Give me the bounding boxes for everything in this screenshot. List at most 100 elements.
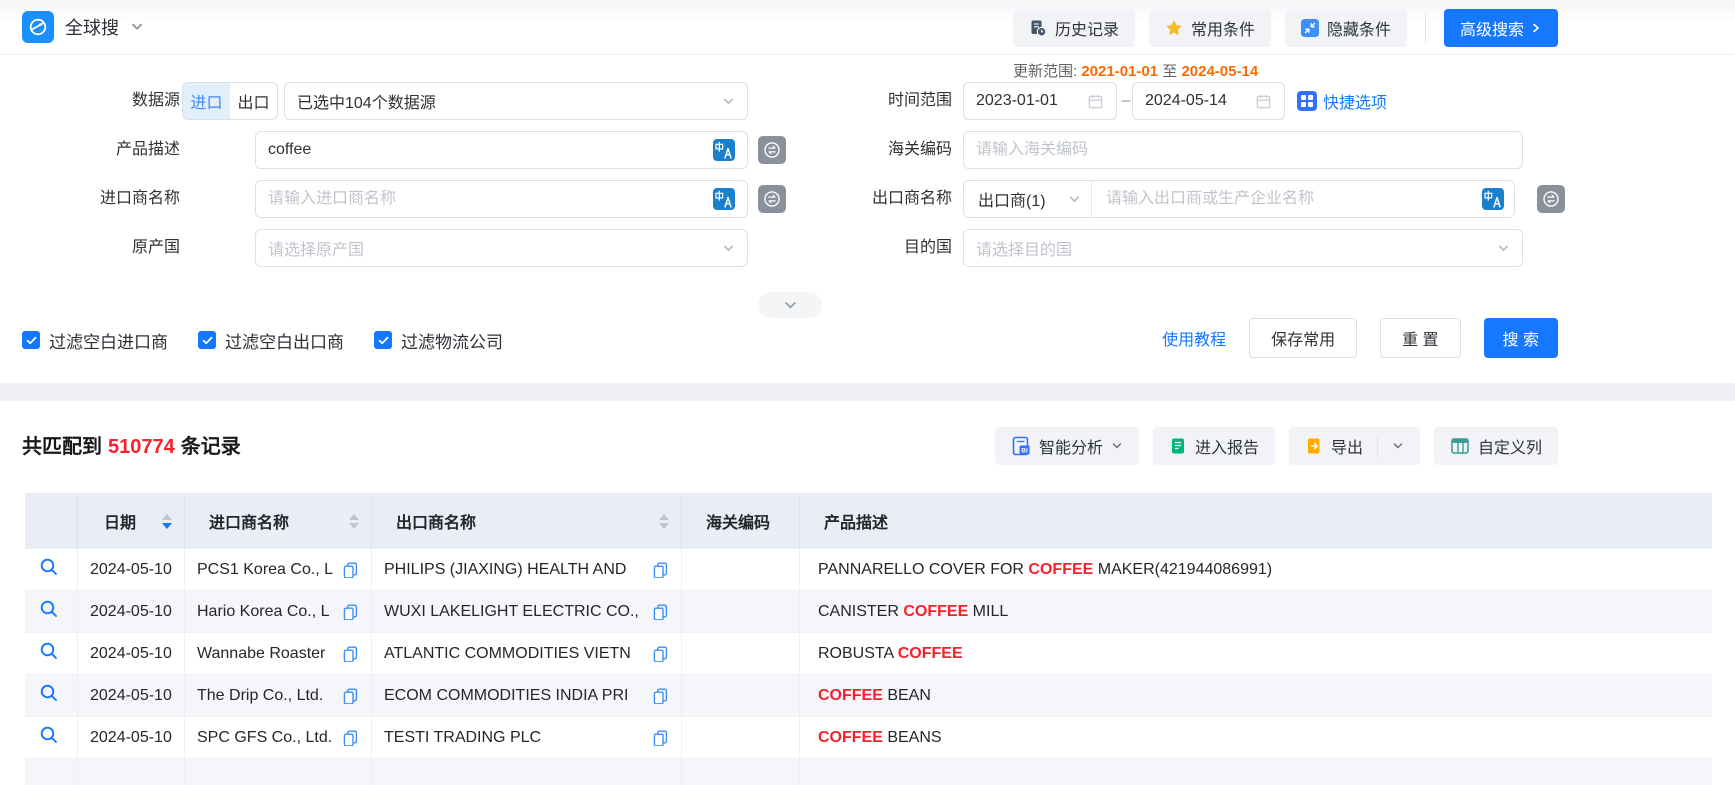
view-detail-search-icon[interactable] (39, 599, 59, 619)
row-importer-name: The Drip Co., Ltd. (197, 687, 323, 705)
destination-country-select[interactable]: 请选择目的国 (963, 229, 1523, 267)
copy-icon[interactable] (342, 687, 359, 704)
update-range-start: 2021-01-01 (1081, 63, 1158, 80)
date-end-value[interactable] (1145, 92, 1247, 110)
filter-blank-exporter-checkbox[interactable]: 过滤空白出口商 (198, 328, 344, 353)
table-body: 2024-05-10 PCS1 Korea Co., L PHILIPS (JI… (25, 549, 1712, 759)
exporter-type-select[interactable]: 出口商(1) (964, 181, 1092, 217)
row-product-desc: COFFEE BEANS (800, 717, 1712, 759)
header-date-label: 日期 (104, 509, 136, 533)
calendar-icon[interactable] (1087, 93, 1104, 110)
origin-country-select[interactable]: 请选择原产国 (255, 229, 748, 267)
product-desc-input[interactable] (255, 131, 748, 169)
globe-logo-icon (22, 11, 54, 43)
date-end-input[interactable] (1132, 82, 1285, 120)
product-desc-value[interactable] (268, 141, 705, 159)
chevron-down-icon[interactable] (1392, 440, 1404, 452)
table-row: 2024-05-10 Wannabe Roaster ATLANTIC COMM… (25, 633, 1712, 675)
importer-value[interactable] (268, 190, 705, 208)
search-button[interactable]: 搜 索 (1484, 318, 1558, 358)
destination-country-placeholder: 请选择目的国 (976, 236, 1489, 260)
copy-icon[interactable] (342, 645, 359, 662)
history-label: 历史记录 (1055, 16, 1119, 40)
importer-input[interactable] (255, 180, 748, 218)
chevron-down-icon (130, 20, 144, 34)
date-start-input[interactable] (963, 82, 1117, 120)
bi-chart-icon: BI (1011, 436, 1031, 456)
translate-icon[interactable] (713, 139, 735, 161)
save-favorite-button[interactable]: 保存常用 (1249, 318, 1357, 358)
search-panel: 更新范围: 2021-01-01 至 2024-05-14 数据源 进口 出口 … (0, 55, 1735, 383)
table-partial-row (25, 759, 1712, 785)
copy-icon[interactable] (652, 687, 669, 704)
table-row: 2024-05-10 SPC GFS Co., Ltd. TESTI TRADI… (25, 717, 1712, 759)
exporter-value[interactable] (1106, 190, 1474, 208)
copy-icon[interactable] (652, 561, 669, 578)
app-switcher[interactable]: 全球搜 (22, 11, 144, 43)
tutorial-link[interactable]: 使用教程 (1162, 326, 1226, 350)
filter-logistics-checkbox[interactable]: 过滤物流公司 (374, 328, 503, 353)
export-button[interactable]: 导出 (1289, 427, 1420, 465)
row-exporter-name: TESTI TRADING PLC (384, 729, 541, 747)
translate-icon[interactable] (713, 188, 735, 210)
hs-code-label: 海关编码 (760, 131, 952, 169)
collapse-form-button[interactable] (758, 292, 822, 318)
advanced-search-button[interactable]: 高级搜索 (1444, 9, 1558, 47)
copy-icon[interactable] (342, 729, 359, 746)
exporter-label: 出口商名称 (760, 180, 952, 218)
view-detail-search-icon[interactable] (39, 641, 59, 661)
copy-icon[interactable] (652, 729, 669, 746)
data-source-selected: 已选中104个数据源 (297, 89, 714, 113)
hs-code-input[interactable] (963, 131, 1523, 169)
quick-options-link[interactable]: 快捷选项 (1297, 82, 1387, 120)
copy-icon[interactable] (652, 645, 669, 662)
copy-icon[interactable] (342, 561, 359, 578)
copy-icon[interactable] (652, 603, 669, 620)
row-product-desc: ROBUSTA COFFEE (800, 633, 1712, 675)
svg-text:BI: BI (1021, 448, 1028, 455)
filter-blank-importer-checkbox[interactable]: 过滤空白进口商 (22, 328, 168, 353)
view-detail-search-icon[interactable] (39, 683, 59, 703)
copy-icon[interactable] (342, 603, 359, 620)
form-actions: 使用教程 保存常用 重 置 搜 索 (1162, 318, 1558, 358)
favorites-button[interactable]: 常用条件 (1149, 9, 1271, 47)
enter-report-button[interactable]: 进入报告 (1153, 427, 1275, 465)
header-icon-column (25, 493, 78, 549)
smart-analysis-button[interactable]: BI 智能分析 (995, 427, 1139, 465)
sort-icon (162, 514, 172, 529)
view-detail-search-icon[interactable] (39, 557, 59, 577)
time-range-label: 时间范围 (760, 82, 952, 120)
hide-conditions-label: 隐藏条件 (1327, 16, 1391, 40)
translate-icon[interactable] (1482, 188, 1504, 210)
hide-conditions-button[interactable]: 隐藏条件 (1285, 9, 1407, 47)
favorites-label: 常用条件 (1191, 16, 1255, 40)
data-source-select[interactable]: 已选中104个数据源 (284, 82, 748, 120)
row-product-desc: CANISTER COFFEE MILL (800, 591, 1712, 633)
topbar-actions: 历史记录 常用条件 隐藏条件 高级搜索 (1013, 9, 1558, 47)
view-detail-search-icon[interactable] (39, 725, 59, 745)
header-exporter[interactable]: 出口商名称 (372, 493, 682, 549)
row-product-desc: COFFEE BEAN (800, 675, 1712, 717)
header-importer[interactable]: 进口商名称 (185, 493, 372, 549)
exporter-input-group: 出口商(1) (963, 180, 1515, 218)
tab-import[interactable]: 进口 (183, 83, 230, 119)
header-date[interactable]: 日期 (78, 493, 185, 549)
tab-export[interactable]: 出口 (230, 83, 277, 119)
enter-report-label: 进入报告 (1195, 434, 1259, 458)
row-importer-name: SPC GFS Co., Ltd. (197, 729, 332, 747)
custom-columns-button[interactable]: 自定义列 (1434, 427, 1558, 465)
divider (1377, 435, 1378, 457)
match-mode-icon[interactable] (1537, 185, 1565, 213)
reset-button[interactable]: 重 置 (1380, 318, 1460, 358)
header-product-desc-label: 产品描述 (824, 515, 888, 532)
hs-code-value[interactable] (976, 141, 1510, 159)
origin-country-label: 原产国 (0, 229, 180, 267)
row-exporter-name: ATLANTIC COMMODITIES VIETN (384, 645, 631, 663)
history-button[interactable]: 历史记录 (1013, 9, 1135, 47)
page-title: 全球搜 (65, 14, 119, 40)
table-row: 2024-05-10 The Drip Co., Ltd. ECOM COMMO… (25, 675, 1712, 717)
checkbox-checked-icon (374, 331, 392, 349)
date-start-value[interactable] (976, 92, 1079, 110)
calendar-icon[interactable] (1255, 93, 1272, 110)
table-row: 2024-05-10 PCS1 Korea Co., L PHILIPS (JI… (25, 549, 1712, 591)
